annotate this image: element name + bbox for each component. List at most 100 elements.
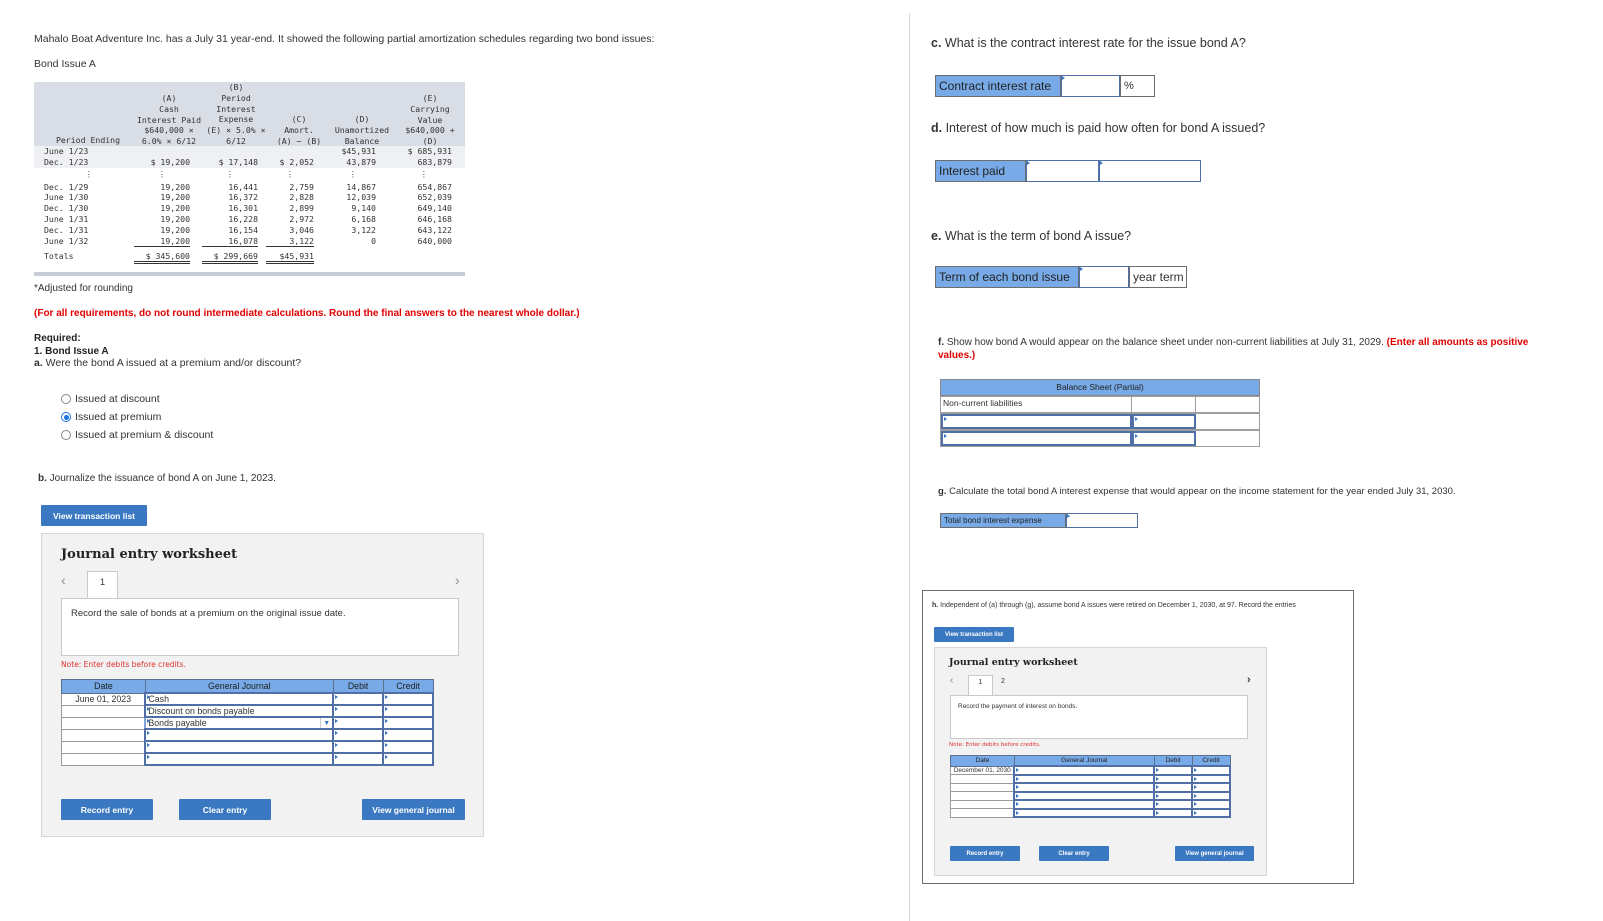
debits-note: Note: Enter debits before credits. xyxy=(949,742,1041,748)
radio-button-icon[interactable] xyxy=(61,394,71,404)
account-input[interactable] xyxy=(144,728,335,742)
journal-row xyxy=(61,752,434,766)
radio-label: Issued at premium xyxy=(75,411,162,423)
amort-cell-e: ⋮ xyxy=(419,168,429,179)
view-general-journal-button[interactable]: View general journal xyxy=(1175,846,1254,861)
debit-input[interactable] xyxy=(332,716,385,730)
amort-total-c: $45,931 xyxy=(266,251,314,265)
view-transaction-list-button[interactable]: View transaction list xyxy=(41,505,147,526)
contract-rate-input[interactable] xyxy=(1061,75,1120,97)
debit-input[interactable] xyxy=(1153,799,1194,810)
amort-cell-period: Dec. 1/23 xyxy=(44,156,89,167)
radio-issued-at-premium-and-discount[interactable]: Issued at premium & discount xyxy=(61,429,213,441)
journal-row: Discount on bonds payable xyxy=(61,704,434,718)
account-input[interactable] xyxy=(1013,799,1156,810)
account-input[interactable] xyxy=(1013,807,1156,818)
credit-input[interactable] xyxy=(1191,790,1231,801)
credit-input[interactable] xyxy=(382,740,434,754)
total-interest-expense-input[interactable] xyxy=(1066,513,1138,528)
liability-amount-input[interactable] xyxy=(1132,414,1196,429)
chevron-left-icon[interactable]: ‹ xyxy=(950,675,953,686)
liability-amount-input[interactable] xyxy=(1132,431,1196,446)
interest-paid-amount-input[interactable] xyxy=(1026,160,1099,182)
amort-cell-e: 649,140 xyxy=(417,203,452,214)
debit-input[interactable] xyxy=(1153,807,1194,818)
account-input[interactable]: Bonds payable ▼ xyxy=(144,716,335,730)
account-input[interactable]: Discount on bonds payable xyxy=(144,704,335,718)
clear-entry-button[interactable]: Clear entry xyxy=(179,799,271,820)
journal-header-row: Date General Journal Debit Credit xyxy=(61,679,434,694)
credit-input[interactable] xyxy=(382,752,434,766)
date-value: December 01, 2030 xyxy=(953,766,1011,774)
amort-cell-d: $45,931 xyxy=(341,146,376,156)
credit-input[interactable] xyxy=(382,728,434,742)
account-input[interactable] xyxy=(1013,790,1156,801)
chevron-right-icon[interactable]: › xyxy=(1247,674,1251,686)
account-input[interactable]: Cash xyxy=(144,692,335,706)
account-value: Discount on bonds payable xyxy=(148,706,255,716)
journal-row xyxy=(950,773,1231,784)
account-value: Bonds payable xyxy=(148,718,207,728)
header-period: Period Ending xyxy=(55,135,121,146)
question-c-text: What is the contract interest rate for t… xyxy=(941,36,1246,50)
bond-term-input[interactable] xyxy=(1079,266,1129,288)
credit-input[interactable] xyxy=(382,692,434,706)
radio-label: Issued at premium & discount xyxy=(75,429,214,441)
amort-cell-e: 683,879 xyxy=(417,156,452,167)
liability-account-input[interactable] xyxy=(941,414,1132,429)
chevron-down-icon[interactable]: ▼ xyxy=(320,718,332,728)
amort-cell-d: 14,867 xyxy=(346,181,376,192)
question-e: e. What is the term of bond A issue? xyxy=(931,229,1131,243)
account-input[interactable] xyxy=(144,740,335,754)
amort-cell-period: Dec. 1/29 xyxy=(44,181,89,192)
credit-input[interactable] xyxy=(1191,807,1231,818)
interest-paid-frequency-input[interactable] xyxy=(1099,160,1201,182)
tab-2[interactable]: 2 xyxy=(1001,678,1005,685)
credit-input[interactable] xyxy=(1191,782,1231,793)
account-input[interactable] xyxy=(1013,765,1156,776)
record-entry-button[interactable]: Record entry xyxy=(950,846,1020,861)
debit-input[interactable] xyxy=(1153,765,1194,776)
tab-1[interactable]: 1 xyxy=(968,675,993,696)
debit-input[interactable] xyxy=(332,740,385,754)
account-input[interactable] xyxy=(1013,773,1156,784)
account-input[interactable] xyxy=(1013,782,1156,793)
view-transaction-list-button[interactable]: View transaction list xyxy=(934,627,1014,642)
credit-input[interactable] xyxy=(1191,773,1231,784)
credit-input[interactable] xyxy=(1191,799,1231,810)
account-input[interactable] xyxy=(144,752,335,766)
record-entry-button[interactable]: Record entry xyxy=(61,799,153,820)
radio-issued-at-premium[interactable]: Issued at premium xyxy=(61,411,161,423)
amort-cell-b: $ 17,148 xyxy=(218,156,258,167)
amort-cell-c: $ 2,052 xyxy=(279,156,314,167)
amort-total-b: $ 299,669 xyxy=(202,251,258,265)
debit-input[interactable] xyxy=(1153,782,1194,793)
amort-total-label: Totals xyxy=(44,250,74,261)
journal-table: Date General Journal Debit Credit December 0… xyxy=(950,755,1231,818)
chevron-right-icon[interactable]: › xyxy=(455,572,460,588)
debit-input[interactable] xyxy=(1153,773,1194,784)
radio-button-selected-icon[interactable] xyxy=(61,412,71,422)
credit-input[interactable] xyxy=(382,704,434,718)
chevron-left-icon[interactable]: ‹ xyxy=(61,572,66,588)
credit-input[interactable] xyxy=(382,716,434,730)
radio-issued-at-discount[interactable]: Issued at discount xyxy=(61,393,160,405)
credit-input[interactable] xyxy=(1191,765,1231,776)
debit-input[interactable] xyxy=(332,728,385,742)
view-general-journal-button[interactable]: View general journal xyxy=(362,799,465,820)
debit-input[interactable] xyxy=(332,752,385,766)
contract-rate-label: Contract interest rate xyxy=(935,75,1061,97)
column-header-general-journal: General Journal xyxy=(144,679,334,694)
debit-input[interactable] xyxy=(1153,790,1194,801)
year-term-unit: year term xyxy=(1129,266,1187,288)
amort-cell-d: 9,140 xyxy=(351,203,376,214)
problem-intro: Mahalo Boat Adventure Inc. has a July 31… xyxy=(34,33,655,45)
column-header-debit: Debit xyxy=(1153,755,1193,767)
radio-button-icon[interactable] xyxy=(61,430,71,440)
tab-1[interactable]: 1 xyxy=(87,571,118,599)
clear-entry-button[interactable]: Clear entry xyxy=(1039,846,1109,861)
question-a-text: Were the bond A issued at a premium and/… xyxy=(42,357,302,369)
debit-input[interactable] xyxy=(332,704,385,718)
debit-input[interactable] xyxy=(332,692,385,706)
liability-account-input[interactable] xyxy=(941,431,1132,446)
